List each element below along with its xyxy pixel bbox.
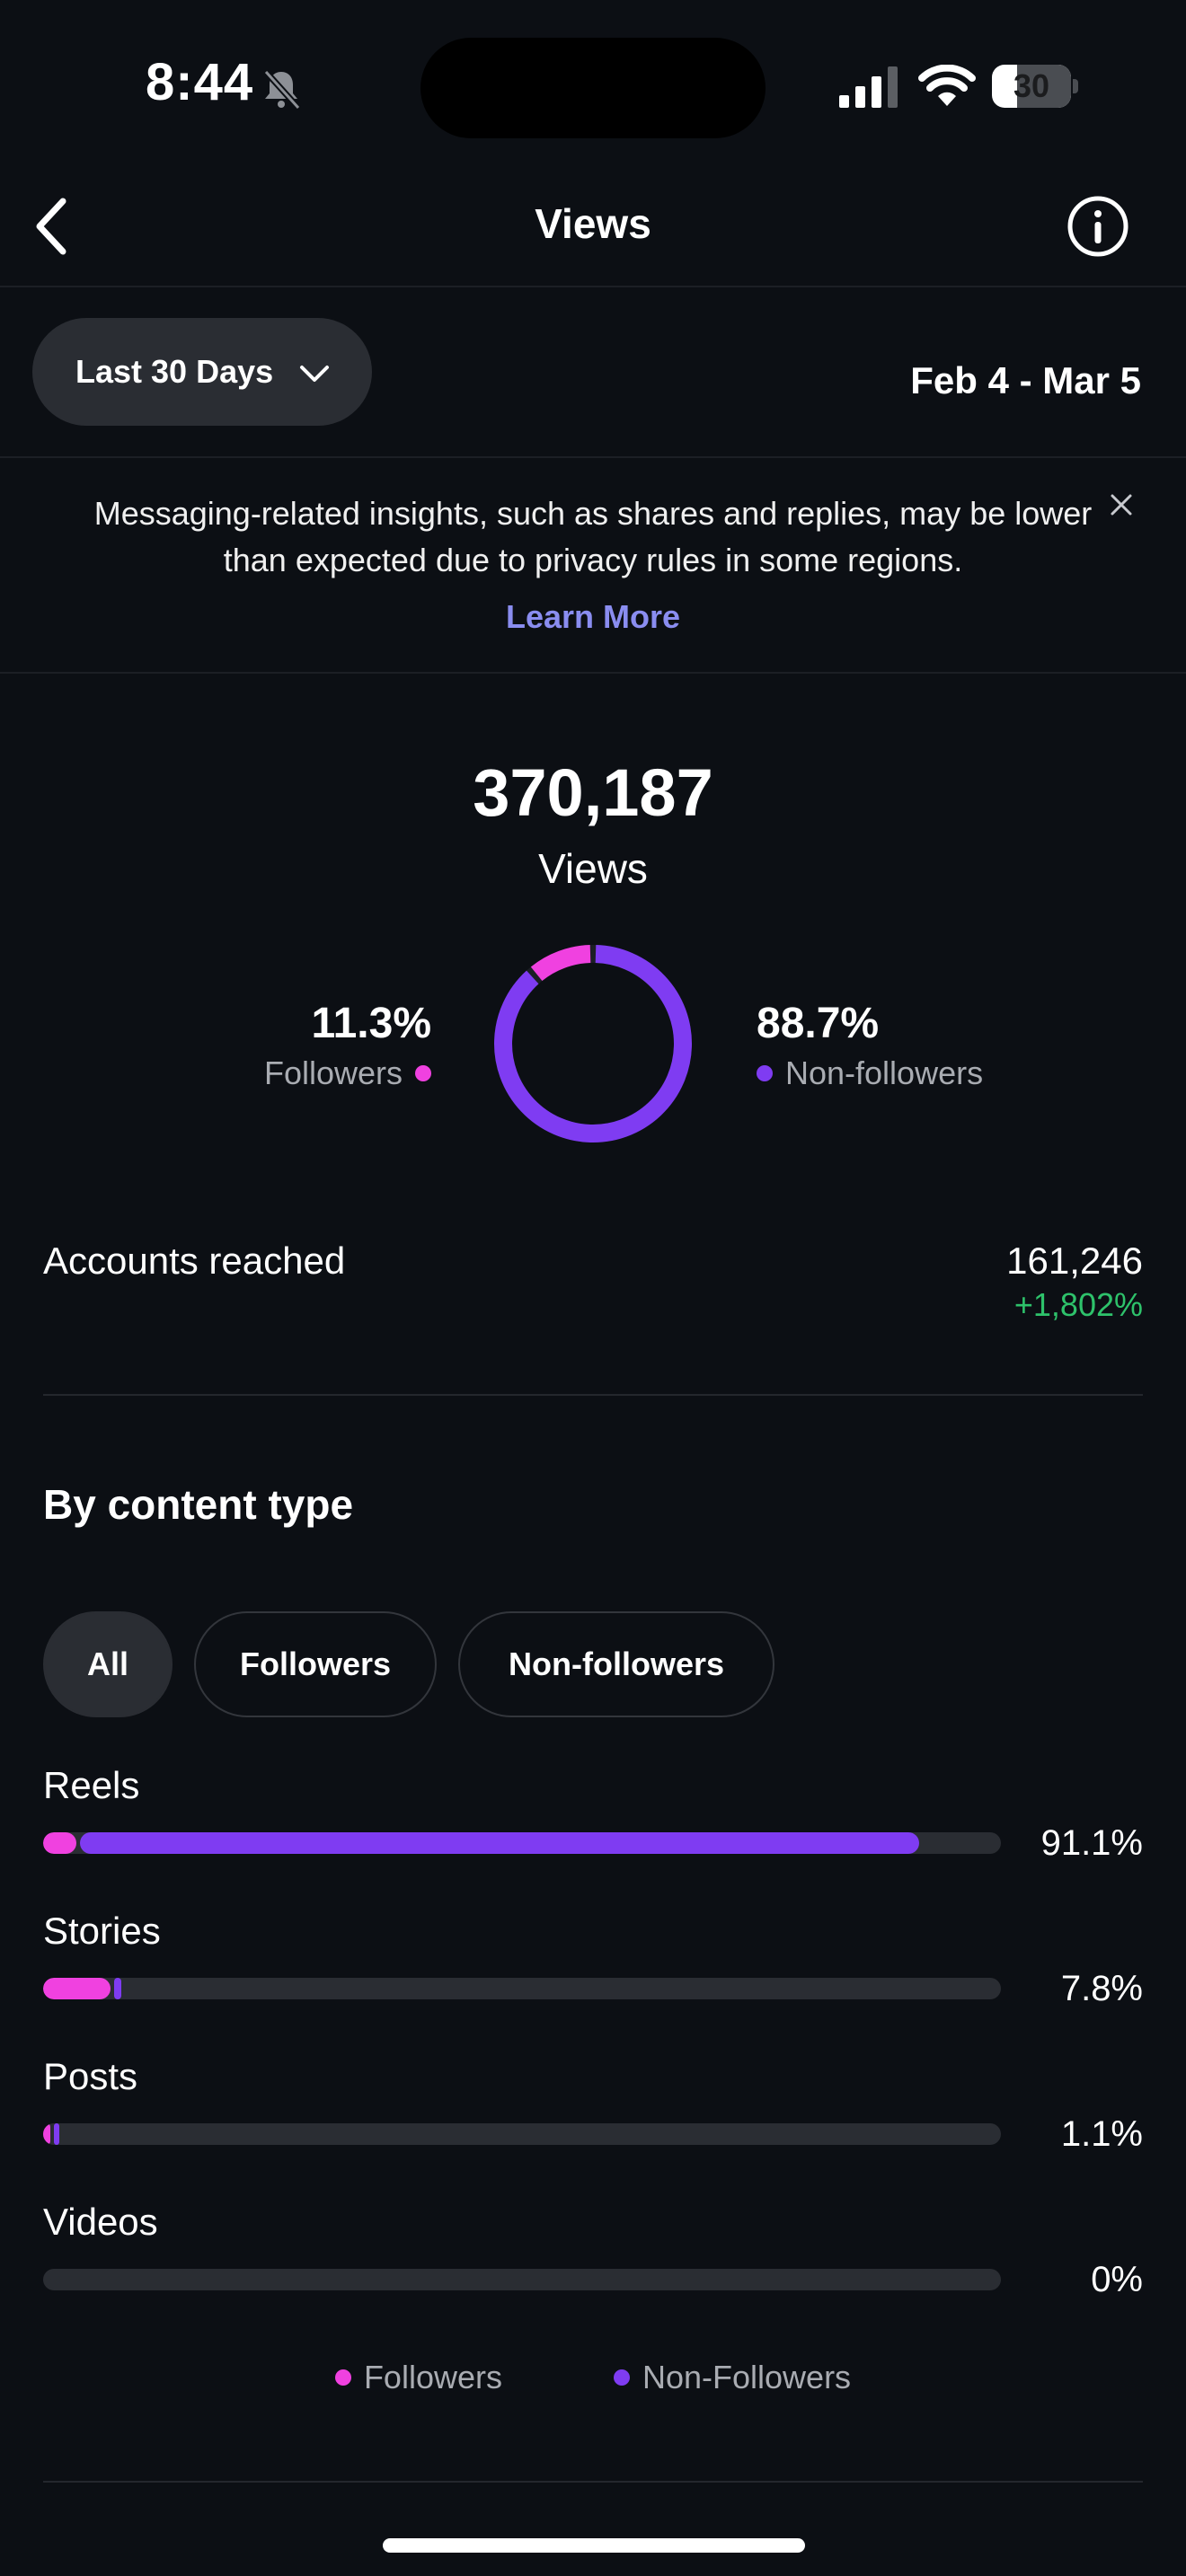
content-bar-followers: [43, 1832, 77, 1854]
followers-legend: Followers: [264, 1054, 431, 1092]
date-range-dropdown-label: Last 30 Days: [75, 353, 274, 390]
legend-label: Non-Followers: [642, 2359, 852, 2395]
content-row-percentage: 91.1%: [1040, 1823, 1143, 1863]
filter-chip-followers[interactable]: Followers: [194, 1611, 437, 1717]
learn-more-link[interactable]: Learn More: [0, 598, 1186, 636]
legend-item-non-followers: Non-Followers: [613, 2359, 852, 2396]
followers-dot-icon: [334, 2369, 351, 2386]
chevron-down-icon: [300, 366, 329, 382]
date-range-dropdown[interactable]: Last 30 Days: [32, 318, 372, 426]
donut-segment-non-followers: [494, 944, 692, 1142]
page-title: Views: [535, 200, 651, 247]
accounts-reached-change: +1,802%: [1013, 1286, 1143, 1323]
followers-percentage: 11.3%: [311, 1000, 431, 1047]
total-views-label: Views: [538, 845, 648, 892]
content-row-label: Videos: [43, 2201, 158, 2243]
home-indicator[interactable]: [383, 2538, 805, 2553]
battery-icon: 30: [992, 65, 1078, 108]
followers-legend-label: Followers: [263, 1054, 403, 1091]
followers-dot-icon: [415, 1065, 431, 1081]
content-row-label: Stories: [43, 1910, 161, 1952]
non-followers-legend: Non-followers: [757, 1054, 983, 1092]
dynamic-island: [420, 38, 766, 138]
notice-divider: [0, 672, 1186, 674]
content-bar-track: [43, 1832, 1001, 1854]
content-row-percentage: 1.1%: [1060, 2114, 1143, 2154]
bell-muted-icon: [263, 69, 301, 110]
close-icon[interactable]: [1103, 487, 1139, 523]
non-followers-legend-label: Non-followers: [785, 1054, 984, 1091]
legend-item-followers: Followers: [334, 2359, 502, 2396]
header-divider: [0, 286, 1186, 287]
content-bar-non-followers: [113, 1978, 122, 1999]
info-icon[interactable]: [1066, 194, 1130, 259]
content-bar-non-followers: [54, 2123, 59, 2145]
date-range-text: Feb 4 - Mar 5: [910, 359, 1141, 401]
content-row-label: Posts: [43, 2055, 138, 2097]
wifi-icon: [918, 65, 976, 106]
content-row-label: Reels: [43, 1764, 140, 1806]
content-bar-non-followers: [80, 1832, 920, 1854]
content-type-title: By content type: [43, 1481, 354, 1528]
filter-divider: [0, 456, 1186, 458]
content-bar-track: [43, 1978, 1001, 1999]
content-row-percentage: 0%: [1091, 2260, 1143, 2299]
non-followers-dot-icon: [613, 2369, 630, 2386]
cellular-signal-icon: [839, 66, 898, 108]
total-views-value: 370,187: [473, 755, 713, 830]
section-divider: [43, 1394, 1143, 1396]
content-row-percentage: 7.8%: [1060, 1969, 1143, 2008]
content-bar-followers: [43, 2123, 50, 2145]
non-followers-dot-icon: [757, 1065, 773, 1081]
content-bar-track: [43, 2123, 1001, 2145]
accounts-reached-label: Accounts reached: [43, 1239, 346, 1282]
donut-segment-followers: [494, 945, 692, 1142]
filter-chip-non-followers[interactable]: Non-followers: [458, 1611, 774, 1717]
content-bar-track: [43, 2269, 1001, 2290]
views-donut-chart: [494, 944, 692, 1142]
battery-level: 30: [1013, 67, 1050, 104]
privacy-notice-text: Messaging-related insights, such as shar…: [93, 495, 1093, 578]
content-type-legend: Followers Non-Followers: [0, 2359, 1186, 2396]
content-bar-followers: [43, 1978, 111, 1999]
bottom-divider: [43, 2481, 1143, 2483]
accounts-reached-value: 161,246: [1006, 1239, 1143, 1282]
status-time: 8:44: [146, 53, 254, 111]
legend-label: Followers: [363, 2359, 502, 2395]
filter-chip-all[interactable]: All: [43, 1611, 173, 1717]
non-followers-percentage: 88.7%: [757, 1000, 880, 1047]
